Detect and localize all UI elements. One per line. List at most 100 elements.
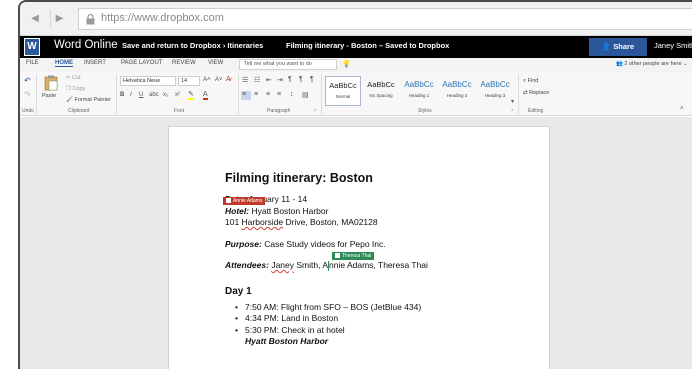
document-body[interactable]: Filming itinerary: Boston Date: January … [223,171,545,348]
collaborator-flag-theresa[interactable]: Theresa Thai [332,252,375,260]
tab-file[interactable]: FILE [26,60,39,66]
font-color-icon[interactable]: A [203,91,208,100]
word-logo-icon[interactable]: W [24,38,40,56]
document-title: Filming itinerary - Boston – Saved to Dr… [286,41,450,50]
find-button[interactable]: ⌕ Find [523,78,538,85]
hotel-line: Annie Adams Hotel: Hyatt Boston Harbor [223,196,545,218]
grow-font-icon[interactable]: A˄ [203,77,211,83]
style-normal[interactable]: AaBbCc Normal [325,76,361,106]
superscript-icon[interactable]: x² [175,92,180,98]
decrease-indent-icon[interactable]: ⇤ [266,76,272,84]
line-spacing-icon[interactable]: ↕ [290,91,294,98]
person-icon [335,253,340,259]
paragraph-dialog-icon[interactable]: ⌟ [314,106,316,112]
redo-icon[interactable]: ↷ [24,90,31,99]
bullets-icon[interactable]: ☰ [242,76,248,84]
highlight-icon[interactable]: ✎ [188,91,194,100]
ribbon: ↶ ↷ Undo Paste ✂ Cut ❐ Copy 🖌 Format Pai… [20,72,692,116]
hotel-sub-line: Hyatt Boston Harbor [245,336,329,346]
show-marks-icon[interactable]: ¶ [310,76,314,83]
back-icon[interactable]: ◀ [26,10,44,28]
increase-indent-icon[interactable]: ⇥ [277,76,283,84]
italic-icon[interactable]: I [130,92,132,98]
align-right-icon[interactable]: ≡ [266,91,270,98]
url-text: https://www.dropbox.com [101,12,224,24]
address-pre: 101 [225,217,242,227]
style-heading-3[interactable]: AaBbCc Heading 3 [477,76,513,106]
collaborator-flag-annie[interactable]: Annie Adams [223,196,266,205]
paste-label: Paste [42,93,57,99]
purpose-line: Purpose: Case Study videos for Pepo Inc. [225,239,545,251]
document-page[interactable]: Filming itinerary: Boston Date: January … [168,126,550,369]
address-post: Drive, Boston, MA02128 [283,217,378,227]
person-icon [226,197,231,203]
style-name: Heading 1 [408,93,430,98]
app-titlebar: W Word Online Save and return to Dropbox… [20,36,692,58]
copy-label: Copy [72,86,86,92]
document-canvas[interactable]: Filming itinerary: Boston Date: January … [20,117,692,369]
underline-icon[interactable]: U [139,92,143,98]
style-heading-1[interactable]: AaBbCc Heading 1 [401,76,437,106]
format-painter-button[interactable]: 🖌 Format Painter [66,97,111,103]
app-name[interactable]: Word Online [54,39,118,51]
tab-home[interactable]: HOME [55,60,73,67]
subscript-icon[interactable]: x₂ [163,92,168,98]
share-button[interactable]: 👤 Share [589,38,647,56]
shading-icon[interactable]: ▤ [302,91,309,99]
user-name[interactable]: Janey Smith [654,41,692,50]
style-sample: AaBbCc [404,80,434,89]
align-center-icon[interactable]: ≡ [254,91,258,98]
font-size-combo[interactable]: 14 [178,76,200,86]
ltr-icon[interactable]: ¶ [288,76,292,83]
divider [36,74,37,114]
numbering-icon[interactable]: ☷ [254,76,260,84]
shrink-font-icon[interactable]: A˅ [215,77,223,83]
clipboard-icon [44,75,58,91]
paste-button[interactable]: Paste [42,75,60,105]
font-name-combo[interactable]: Helvetica Neue [120,76,176,86]
hotel-value: Hyatt Boston Harbor [249,205,329,216]
styles-dialog-icon[interactable]: ⌟ [511,106,513,112]
tab-review[interactable]: REVIEW [172,60,196,66]
replace-label: Replace [529,90,550,96]
style-heading-2[interactable]: AaBbCc Heading 2 [439,76,475,106]
address-street: Harborside [241,217,284,227]
tab-page-layout[interactable]: PAGE LAYOUT [121,60,162,66]
strikethrough-icon[interactable]: abc [149,92,159,98]
other-editors-indicator[interactable]: 👥 2 other people are here ⌄ [616,61,688,67]
copy-button[interactable]: ❐ Copy [66,86,85,92]
purpose-value: Case Study videos for Pepo Inc. [261,238,386,249]
forward-icon[interactable]: ▶ [50,10,68,28]
clear-formatting-icon[interactable]: A̷ [226,76,231,83]
address-bar[interactable]: https://www.dropbox.com [78,8,692,30]
itinerary-list: 7:50 AM: Flight from SFO – BOS (JetBlue … [225,302,545,337]
style-no-spacing[interactable]: AaBbCc No Spacing [363,76,399,106]
style-sample: AaBbCc [367,80,395,89]
collapse-ribbon-icon[interactable]: ˄ [680,106,684,112]
justify-icon[interactable]: ≡ [277,91,281,98]
editing-group-label: Editing [528,108,544,114]
divider [518,74,519,114]
undo-icon[interactable]: ↶ [24,76,31,85]
cut-button[interactable]: ✂ Cut [66,75,81,81]
divider [116,74,117,114]
tell-me-input[interactable]: Tell me what you want to do [239,59,337,70]
lightbulb-icon[interactable]: 💡 [342,60,351,68]
breadcrumb[interactable]: Save and return to Dropbox › Itineraries [122,41,263,50]
attendees-line: Theresa Thai Attendees: Janey Smith, Ann… [225,252,545,272]
tab-view[interactable]: VIEW [208,60,223,66]
hotel-label-wrap: Annie Adams Hotel: [223,196,266,218]
styles-more-icon[interactable]: ▾ [511,98,514,105]
style-sample: AaBbCc [480,80,510,89]
share-label: Share [613,42,635,51]
bold-icon[interactable]: B [120,92,124,98]
replace-button[interactable]: ⇄ Replace [523,90,549,96]
tab-insert[interactable]: INSERT [84,60,106,66]
style-sample: AaBbCc [442,80,472,89]
list-item: 5:30 PM: Check in at hotel [235,325,545,337]
rtl-icon[interactable]: ¶ [299,76,303,83]
attendees-rest: nnie Adams, Theresa Thai [329,260,428,270]
collaborator-name: Theresa Thai [342,253,372,259]
